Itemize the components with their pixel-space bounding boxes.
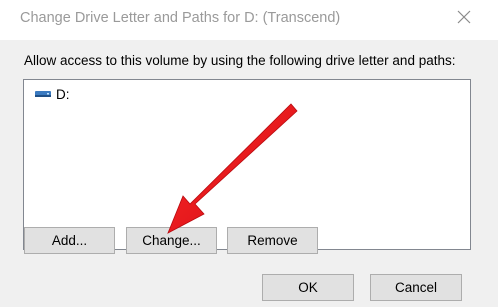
- dialog-body: Allow access to this volume by using the…: [0, 40, 498, 307]
- change-button[interactable]: Change...: [126, 227, 217, 254]
- drive-paths-list[interactable]: D:: [23, 79, 471, 250]
- title-bar: Change Drive Letter and Paths for D: (Tr…: [0, 0, 498, 40]
- window-title: Change Drive Letter and Paths for D: (Tr…: [20, 10, 341, 26]
- list-item-label: D:: [56, 86, 70, 102]
- instruction-text: Allow access to this volume by using the…: [24, 53, 456, 68]
- remove-button[interactable]: Remove: [227, 227, 318, 254]
- close-button[interactable]: [448, 4, 480, 34]
- cancel-button[interactable]: Cancel: [370, 274, 462, 301]
- add-button[interactable]: Add...: [24, 227, 115, 254]
- list-item-drive-d[interactable]: D:: [34, 85, 70, 103]
- drive-icon: [34, 87, 52, 101]
- ok-button[interactable]: OK: [262, 274, 354, 301]
- close-icon: [457, 10, 471, 29]
